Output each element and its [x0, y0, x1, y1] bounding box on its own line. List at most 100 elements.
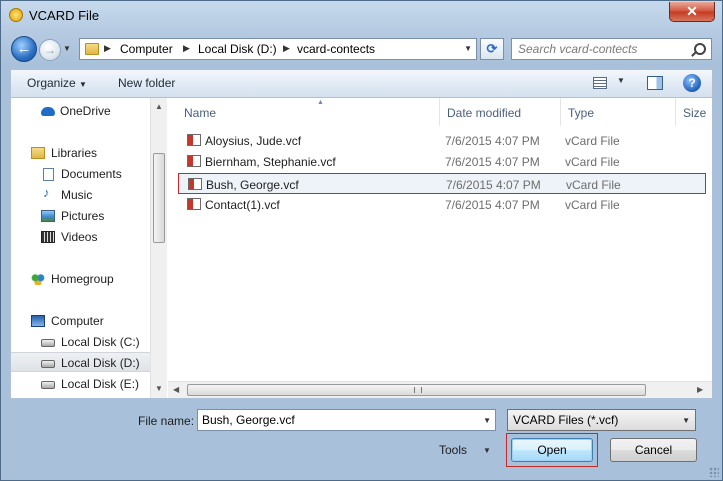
file-type: vCard File [565, 155, 620, 169]
computer-icon [31, 315, 45, 327]
file-type-filter-select[interactable]: VCARD Files (*.vcf) ▼ [507, 409, 696, 431]
preview-pane-icon[interactable] [647, 76, 663, 90]
file-name: Biernham, Stephanie.vcf [205, 155, 336, 169]
tools-button[interactable]: Tools [439, 443, 467, 457]
scroll-right-icon[interactable]: ▶ [697, 385, 703, 394]
nav-item-libraries[interactable]: Libraries [11, 143, 151, 163]
address-history-chevron-down-icon[interactable]: ▼ [464, 44, 472, 53]
file-date: 7/6/2015 4:07 PM [445, 134, 540, 148]
nav-pane-scrollbar[interactable]: ▲ ▼ [150, 98, 167, 398]
file-list-horizontal-scrollbar[interactable]: ◀ ▶ [168, 381, 712, 398]
file-name-value: Bush, George.vcf [202, 413, 295, 427]
sort-ascending-icon: ▲ [317, 99, 324, 106]
address-row: ← → ▼ ▶ Computer ▶ Local Disk (D:) ▶ vca… [1, 34, 722, 64]
refresh-icon: ⟳ [486, 41, 498, 56]
nav-item-label: Computer [51, 314, 104, 328]
help-icon[interactable]: ? [683, 74, 701, 92]
nav-item-homegroup[interactable]: Homegroup [11, 269, 151, 289]
column-label: Size [683, 106, 707, 120]
homegroup-icon [31, 273, 45, 285]
refresh-button[interactable]: ⟳ [480, 38, 504, 60]
scroll-down-icon[interactable]: ▼ [155, 384, 163, 393]
scroll-up-icon[interactable]: ▲ [155, 102, 163, 111]
change-view-icon[interactable] [593, 77, 607, 89]
file-name-input[interactable]: Bush, George.vcf ▼ [197, 409, 496, 431]
breadcrumb-separator-icon[interactable]: ▶ [104, 43, 111, 54]
nav-item-music[interactable]: ♪ Music [11, 185, 151, 205]
pictures-icon [41, 210, 55, 222]
search-input[interactable]: Search vcard-contects [511, 38, 712, 60]
folder-icon [85, 43, 99, 55]
column-label: Type [568, 106, 595, 120]
file-dialog-window: VCARD File ✕ ← → ▼ ▶ Computer ▶ Local Di… [0, 0, 723, 481]
organize-button[interactable]: Organize ▼ [27, 76, 87, 90]
file-row[interactable]: Aloysius, Jude.vcf 7/6/2015 4:07 PM vCar… [178, 130, 706, 151]
column-header-size[interactable]: Size [677, 98, 712, 126]
file-name: Aloysius, Jude.vcf [205, 134, 302, 148]
open-button[interactable]: Open [511, 438, 593, 462]
nav-item-label: Local Disk (D:) [61, 356, 140, 370]
file-row-selected[interactable]: Bush, George.vcf 7/6/2015 4:07 PM vCard … [178, 173, 706, 194]
file-name: Bush, George.vcf [206, 178, 299, 192]
navigation-pane: OneDrive Libraries Documents ♪ Music Pic… [11, 98, 167, 398]
address-bar[interactable]: ▶ Computer ▶ Local Disk (D:) ▶ vcard-con… [79, 38, 477, 60]
nav-item-videos[interactable]: Videos [11, 227, 151, 247]
breadcrumb-separator-icon[interactable]: ▶ [283, 43, 290, 54]
file-list: Name ▲ Date modified Type Size Aloysius,… [168, 98, 712, 398]
nav-item-label: Music [61, 188, 93, 202]
tools-chevron-down-icon[interactable]: ▼ [483, 446, 491, 455]
nav-item-label: Local Disk (E:) [61, 377, 140, 391]
nav-item-local-disk-c[interactable]: Local Disk (C:) [11, 332, 151, 352]
nav-item-computer[interactable]: Computer [11, 311, 151, 331]
nav-item-label: Videos [61, 230, 98, 244]
nav-item-label: Documents [61, 167, 122, 181]
breadcrumb-local-disk-d[interactable]: Local Disk (D:) [198, 42, 277, 56]
vcard-file-icon [187, 134, 201, 146]
nav-item-local-disk-e[interactable]: Local Disk (E:) [11, 374, 151, 394]
column-header-type[interactable]: Type [562, 98, 676, 126]
vcard-file-icon [188, 178, 202, 190]
nav-item-label: OneDrive [60, 104, 111, 118]
recent-pages-chevron-down-icon[interactable]: ▼ [63, 44, 71, 53]
vcard-file-icon [187, 198, 201, 210]
file-type: vCard File [565, 198, 620, 212]
nav-item-documents[interactable]: Documents [11, 164, 151, 184]
breadcrumb-vcard-contects[interactable]: vcard-contects [297, 42, 375, 56]
file-row[interactable]: Biernham, Stephanie.vcf 7/6/2015 4:07 PM… [178, 151, 706, 172]
scroll-left-icon[interactable]: ◀ [173, 385, 179, 394]
file-date: 7/6/2015 4:07 PM [446, 178, 541, 192]
file-name: Contact(1).vcf [205, 198, 280, 212]
nav-item-label: Pictures [61, 209, 105, 223]
resize-grip-icon[interactable] [709, 467, 719, 477]
onedrive-icon [41, 107, 55, 116]
view-options-chevron-down-icon[interactable]: ▼ [617, 76, 625, 85]
file-row[interactable]: Contact(1).vcf 7/6/2015 4:07 PM vCard Fi… [178, 194, 706, 215]
column-label: Name [184, 106, 217, 120]
nav-item-local-disk-d[interactable]: Local Disk (D:) [11, 352, 151, 372]
vcard-file-icon [187, 155, 201, 167]
breadcrumb-separator-icon[interactable]: ▶ [183, 43, 190, 54]
nav-item-onedrive[interactable]: OneDrive [11, 101, 151, 121]
file-type: vCard File [565, 134, 620, 148]
column-header-name[interactable]: Name ▲ [178, 98, 440, 126]
file-name-chevron-down-icon[interactable]: ▼ [483, 416, 491, 425]
nav-item-pictures[interactable]: Pictures [11, 206, 151, 226]
breadcrumb-computer[interactable]: Computer [120, 42, 173, 56]
scrollbar-grip-icon [414, 387, 422, 393]
title-bar[interactable]: VCARD File ✕ [1, 1, 722, 31]
chevron-down-icon: ▼ [682, 416, 690, 425]
app-icon [9, 8, 23, 22]
scrollbar-thumb[interactable] [187, 384, 646, 396]
search-placeholder: Search vcard-contects [518, 42, 638, 56]
organize-label: Organize [27, 76, 76, 90]
search-icon[interactable] [694, 43, 706, 55]
back-arrow-icon[interactable]: ← [11, 36, 37, 62]
cancel-button[interactable]: Cancel [610, 438, 697, 462]
new-folder-button[interactable]: New folder [118, 76, 175, 90]
file-name-label: File name: [138, 414, 195, 428]
column-header-date-modified[interactable]: Date modified [441, 98, 561, 126]
scrollbar-thumb[interactable] [153, 153, 165, 243]
close-button[interactable]: ✕ [669, 2, 715, 22]
nav-item-label: Homegroup [51, 272, 114, 286]
forward-arrow-icon[interactable]: → [39, 39, 61, 61]
